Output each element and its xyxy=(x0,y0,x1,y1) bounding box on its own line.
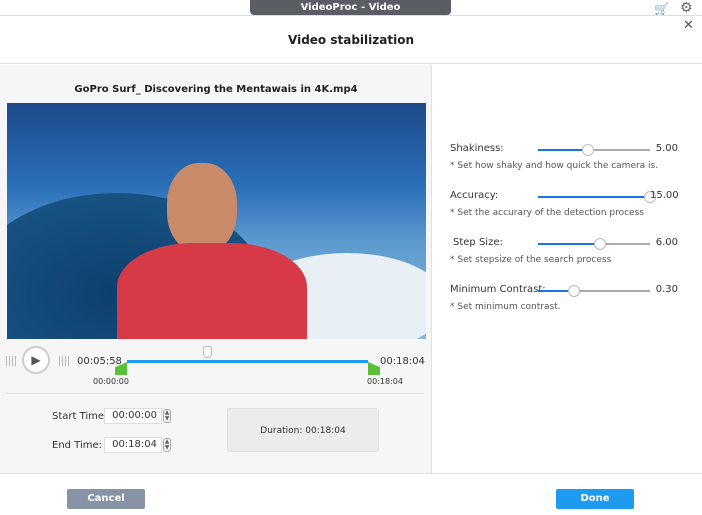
window-title: VideoProc - Video xyxy=(250,0,451,15)
slider-knob[interactable] xyxy=(567,285,580,297)
play-button[interactable]: ▶ xyxy=(22,346,50,374)
cart-icon[interactable]: 🛒 xyxy=(654,2,669,16)
divider xyxy=(6,393,424,394)
setting-label: Step Size: xyxy=(453,237,503,248)
setting-hint: * Set the accurary of the detection proc… xyxy=(450,208,644,218)
drag-handle-right[interactable] xyxy=(59,356,69,366)
drag-handle-left[interactable] xyxy=(6,356,16,366)
gear-icon[interactable]: ⚙ xyxy=(680,0,693,16)
duration-value: 00:18:04 xyxy=(305,426,346,436)
setting-hint: * Set how shaky and how quick the camera… xyxy=(450,161,659,171)
end-time: 00:18:04 xyxy=(380,356,425,367)
setting-slider[interactable] xyxy=(538,144,650,156)
setting-value: 0.30 xyxy=(655,284,678,295)
start-time-stepper[interactable]: ▲ ▼ xyxy=(163,409,171,423)
end-time-input[interactable]: 00:18:04 xyxy=(104,437,162,453)
close-icon[interactable]: ✕ xyxy=(683,18,694,33)
end-time-stepper[interactable]: ▲ ▼ xyxy=(163,438,171,452)
duration-label: Duration: xyxy=(260,426,303,436)
cancel-button[interactable]: Cancel xyxy=(67,489,145,509)
end-time-label: End Time: xyxy=(52,440,103,451)
setting-hint: * Set minimum contrast. xyxy=(450,302,561,312)
setting-value: 15.00 xyxy=(650,190,679,201)
slider-knob[interactable] xyxy=(593,238,606,250)
start-time-input[interactable]: 00:00:00 xyxy=(104,408,162,424)
timeline-track[interactable] xyxy=(127,360,368,363)
done-button[interactable]: Done xyxy=(556,489,634,509)
setting-slider[interactable] xyxy=(538,238,650,250)
dialog-title: Video stabilization xyxy=(0,16,702,64)
setting-label: Minimum Contrast: xyxy=(450,284,546,295)
setting-label: Accuracy: xyxy=(450,190,499,201)
start-time-label: Start Time: xyxy=(52,411,108,422)
setting-slider[interactable] xyxy=(538,285,650,297)
start-marker: 00:00:00 xyxy=(93,377,129,386)
setting-label: Shakiness: xyxy=(450,143,504,154)
setting-hint: * Set stepsize of the search process xyxy=(450,255,612,265)
setting-value: 6.00 xyxy=(655,237,678,248)
playhead[interactable] xyxy=(202,346,212,358)
end-marker: 00:18:04 xyxy=(367,377,403,386)
video-preview[interactable] xyxy=(7,103,426,339)
settings-pane xyxy=(433,65,702,473)
duration-box: Duration: 00:18:04 xyxy=(227,408,379,452)
setting-slider[interactable] xyxy=(538,191,656,203)
file-name: GoPro Surf_ Discovering the Mentawais in… xyxy=(74,84,358,95)
setting-value: 5.00 xyxy=(655,143,678,154)
footer-divider xyxy=(0,473,702,474)
current-time: 00:05:58 xyxy=(77,356,122,367)
